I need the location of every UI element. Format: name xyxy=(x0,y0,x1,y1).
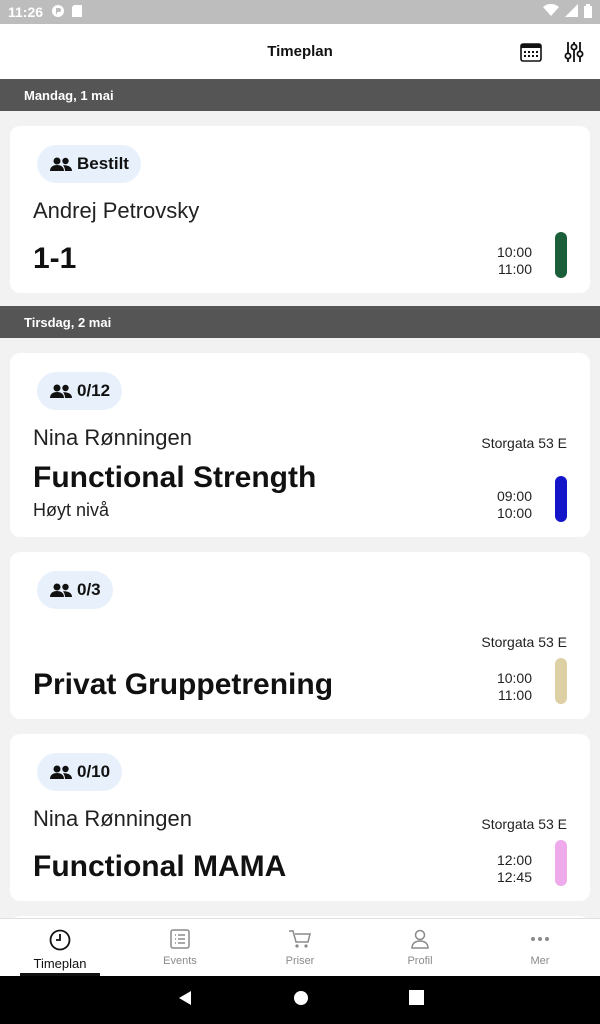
nav-profil[interactable]: Profil xyxy=(360,919,480,976)
class-name: Privat Gruppetrening xyxy=(33,668,334,701)
people-icon xyxy=(49,156,73,172)
category-color-bar xyxy=(555,840,567,886)
status-time: 11:26 xyxy=(8,4,44,20)
booked-badge: Bestilt xyxy=(37,145,141,183)
more-icon xyxy=(530,929,550,952)
start-time: 12:00 xyxy=(496,852,532,868)
location-text: Storgata 53 E xyxy=(481,634,567,650)
page-title: Timeplan xyxy=(267,43,333,60)
people-icon xyxy=(49,764,73,780)
end-time: 11:00 xyxy=(498,687,532,703)
badge-text: Bestilt xyxy=(77,154,129,173)
nav-label: Timeplan xyxy=(33,956,87,971)
list-icon xyxy=(170,929,190,952)
class-name: Functional Strength xyxy=(33,461,317,494)
class-name: Functional MAMA xyxy=(33,850,287,883)
category-color-bar xyxy=(555,232,567,278)
calendar-icon[interactable] xyxy=(520,42,542,62)
end-time: 10:00 xyxy=(496,505,532,521)
day-header: Mandag, 1 mai xyxy=(0,79,600,111)
category-color-bar xyxy=(555,658,567,704)
badge-text: 0/10 xyxy=(77,762,111,781)
app-notification-icon xyxy=(51,4,65,21)
bottom-navigation: Timeplan Events Priser Profil Mer xyxy=(0,918,600,976)
people-icon xyxy=(49,383,73,399)
filter-sliders-icon[interactable] xyxy=(564,41,584,63)
recents-icon[interactable] xyxy=(408,990,424,1010)
nav-priser[interactable]: Priser xyxy=(240,919,360,976)
class-name: 1-1 xyxy=(33,242,77,275)
sd-card-icon xyxy=(71,4,83,21)
status-bar: 11:26 xyxy=(0,0,600,24)
level-text: Høyt nivå xyxy=(33,500,110,520)
schedule-list[interactable]: Mandag, 1 mai Bestilt Andrej Petrovsky 1… xyxy=(0,79,600,918)
end-time: 12:45 xyxy=(496,869,532,885)
session-card[interactable]: 0/12 Nina Rønningen Storgata 53 E Functi… xyxy=(10,353,590,537)
badge-text: 0/3 xyxy=(77,580,101,599)
location-text: Storgata 53 E xyxy=(481,435,567,451)
session-card[interactable]: 0/10 Nina Rønningen Storgata 53 E Functi… xyxy=(10,734,590,901)
nav-label: Priser xyxy=(285,955,315,967)
nav-label: Profil xyxy=(407,955,433,967)
day-header: Tirsdag, 2 mai xyxy=(0,306,600,338)
end-time: 11:00 xyxy=(498,261,532,277)
app-bar: Timeplan xyxy=(0,24,600,79)
location-text: Storgata 53 E xyxy=(481,816,567,832)
system-navigation-bar xyxy=(0,976,600,1024)
session-times: 10:00 11:00 xyxy=(497,670,532,704)
clock-icon xyxy=(49,929,71,954)
capacity-badge: 0/12 xyxy=(37,372,123,410)
capacity-badge: 0/3 xyxy=(37,571,113,609)
start-time: 09:00 xyxy=(496,488,532,504)
signal-icon xyxy=(565,4,578,20)
session-times: 09:00 10:00 xyxy=(497,488,532,522)
session-card[interactable]: 0/3 Storgata 53 E Privat Gruppetrening 1… xyxy=(10,552,590,719)
wifi-icon xyxy=(543,3,559,20)
cart-icon xyxy=(288,929,312,952)
session-card[interactable]: Bestilt Andrej Petrovsky 1-1 10:00 11:00 xyxy=(10,126,590,293)
instructor-name: Nina Rønningen xyxy=(33,806,192,831)
nav-mer[interactable]: Mer xyxy=(480,919,600,976)
nav-timeplan[interactable]: Timeplan xyxy=(0,919,120,976)
start-time: 10:00 xyxy=(496,244,532,260)
capacity-badge: 0/10 xyxy=(37,753,123,791)
badge-text: 0/12 xyxy=(77,381,111,400)
start-time: 10:00 xyxy=(496,670,532,686)
instructor-name: Andrej Petrovsky xyxy=(33,198,200,223)
nav-label: Mer xyxy=(530,955,550,967)
back-icon[interactable] xyxy=(177,990,193,1011)
instructor-name: Nina Rønningen xyxy=(33,425,192,450)
people-icon xyxy=(49,582,73,598)
battery-icon xyxy=(584,3,592,21)
person-icon xyxy=(410,929,430,952)
category-color-bar xyxy=(555,476,567,522)
home-icon[interactable] xyxy=(293,990,309,1011)
session-times: 10:00 11:00 xyxy=(497,244,532,278)
session-times: 12:00 12:45 xyxy=(497,852,532,886)
nav-events[interactable]: Events xyxy=(120,919,240,976)
nav-label: Events xyxy=(163,955,197,967)
